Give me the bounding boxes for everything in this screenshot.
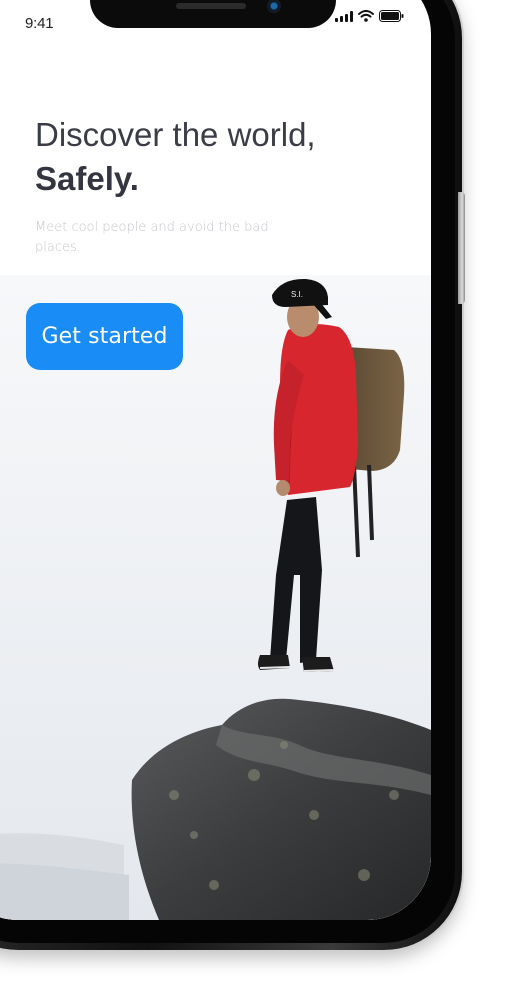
status-time: 9:41 <box>25 15 54 32</box>
hero-image: S.I. <box>0 275 431 920</box>
onboarding-headline: Discover the world, Safely. <box>35 113 395 201</box>
hiker-on-rock-illustration: S.I. <box>0 275 431 920</box>
phone-screen: S.I. 9:41 Discover the world, Safely. Me… <box>0 0 431 920</box>
get-started-button[interactable]: Get started <box>26 303 183 370</box>
svg-text:S.I.: S.I. <box>291 290 303 299</box>
onboarding-subtitle: Meet cool people and avoid the bad place… <box>35 220 269 255</box>
speaker-grille <box>176 3 246 9</box>
cellular-signal-icon <box>335 10 353 22</box>
battery-icon <box>379 10 404 22</box>
wifi-icon <box>358 10 374 22</box>
notch <box>90 0 336 28</box>
headline-line-1: Discover the world, <box>35 116 316 153</box>
front-camera <box>267 0 281 13</box>
headline-line-2: Safely. <box>35 160 139 197</box>
side-button <box>458 192 465 304</box>
status-icons <box>335 10 404 22</box>
device-mockup: S.I. 9:41 Discover the world, Safely. Me… <box>0 0 525 986</box>
